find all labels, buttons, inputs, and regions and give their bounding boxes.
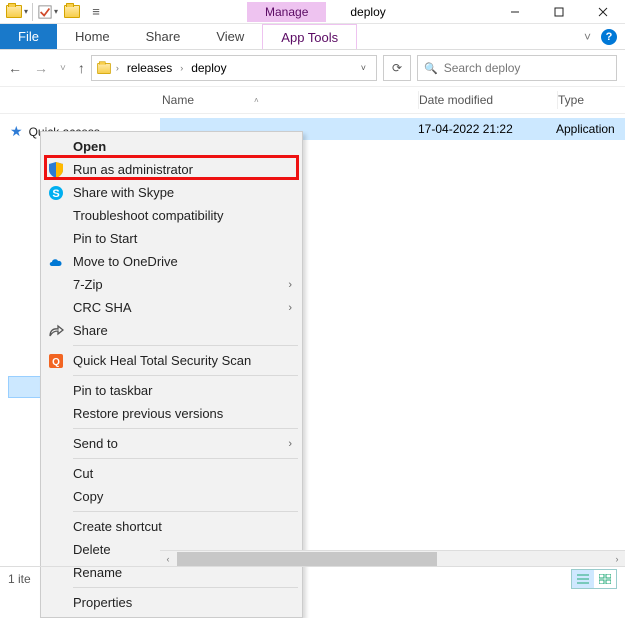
breadcrumb[interactable]: deploy xyxy=(187,59,230,77)
column-type[interactable]: Type xyxy=(558,93,625,107)
tab-app-tools[interactable]: App Tools xyxy=(262,24,357,49)
skype-icon: S xyxy=(47,184,65,202)
back-button[interactable]: ← xyxy=(8,60,22,76)
context-menu: Open Run as administrator S Share with S… xyxy=(40,131,303,618)
column-header: Name˄ Date modified Type xyxy=(0,86,625,114)
contextual-tab-header: Manage xyxy=(247,5,326,19)
qat-properties-button[interactable]: ▾ xyxy=(37,2,59,22)
folder-icon xyxy=(64,5,80,18)
chevron-right-icon: › xyxy=(288,279,292,291)
forward-button: → xyxy=(34,60,48,76)
horizontal-scrollbar[interactable]: ‹ › xyxy=(160,550,625,566)
ribbon-expand-button[interactable]: ˅ xyxy=(584,30,591,44)
ctx-skype[interactable]: S Share with Skype xyxy=(43,181,300,204)
ctx-7zip[interactable]: 7-Zip› xyxy=(43,273,300,296)
ribbon: File Home Share View App Tools ˅ ? xyxy=(0,24,625,50)
scroll-thumb[interactable] xyxy=(177,552,437,566)
refresh-button[interactable]: ⟳ xyxy=(383,55,411,81)
breadcrumb[interactable]: releases xyxy=(123,59,176,77)
ctx-sendto[interactable]: Send to› xyxy=(43,432,300,455)
ctx-onedrive[interactable]: Move to OneDrive xyxy=(43,250,300,273)
window-title: deploy xyxy=(350,5,385,19)
address-bar[interactable]: › releases › deploy ˅ xyxy=(91,55,377,81)
status-bar: 1 ite xyxy=(0,566,625,590)
tab-view[interactable]: View xyxy=(198,24,262,49)
ctx-copy[interactable]: Copy xyxy=(43,485,300,508)
shield-icon xyxy=(47,161,65,179)
chevron-right-icon: › xyxy=(288,302,292,314)
chevron-right-icon: › xyxy=(288,438,292,450)
column-name[interactable]: Name˄ xyxy=(160,93,418,107)
title-bar: ▾ ▾ ≡ Manage deploy xyxy=(0,0,625,24)
folder-icon xyxy=(97,62,111,73)
sort-indicator-icon: ˄ xyxy=(254,96,259,105)
navigation-bar: ← → ˅ ↑ › releases › deploy ˅ ⟳ 🔍 Search… xyxy=(0,50,625,86)
ctx-properties[interactable]: Properties xyxy=(43,591,300,614)
share-icon xyxy=(47,322,65,340)
qat-new-folder-button[interactable] xyxy=(61,2,83,22)
recent-locations-button[interactable]: ˅ xyxy=(60,63,66,74)
address-dropdown[interactable]: ˅ xyxy=(355,63,372,73)
close-button[interactable] xyxy=(581,0,625,24)
quickheal-icon: Q xyxy=(47,352,65,370)
file-tab[interactable]: File xyxy=(0,24,57,49)
cell-date: 17-04-2022 21:22 xyxy=(418,122,556,136)
minimize-button[interactable] xyxy=(493,0,537,24)
chevron-right-icon[interactable]: › xyxy=(180,63,183,73)
scroll-right-button[interactable]: › xyxy=(609,554,625,564)
ctx-cut[interactable]: Cut xyxy=(43,462,300,485)
details-view-button[interactable] xyxy=(572,570,594,588)
ctx-pin-taskbar[interactable]: Pin to taskbar xyxy=(43,379,300,402)
qat-customize-button[interactable]: ≡ xyxy=(85,2,107,22)
status-text: 1 ite xyxy=(8,572,31,586)
scroll-left-button[interactable]: ‹ xyxy=(160,554,176,564)
column-date[interactable]: Date modified xyxy=(419,93,557,107)
svg-text:S: S xyxy=(52,188,59,200)
ctx-share[interactable]: Share xyxy=(43,319,300,342)
cell-type: Application xyxy=(556,122,615,136)
ctx-pin-start[interactable]: Pin to Start xyxy=(43,227,300,250)
window-controls xyxy=(493,0,625,24)
chevron-right-icon[interactable]: › xyxy=(116,63,119,73)
app-icon[interactable]: ▾ xyxy=(6,2,28,22)
maximize-button[interactable] xyxy=(537,0,581,24)
tab-home[interactable]: Home xyxy=(57,24,128,49)
ctx-restore[interactable]: Restore previous versions xyxy=(43,402,300,425)
ctx-run-as-admin[interactable]: Run as administrator xyxy=(43,158,300,181)
folder-icon xyxy=(6,5,22,18)
ctx-quickheal[interactable]: Q Quick Heal Total Security Scan xyxy=(43,349,300,372)
ctx-open[interactable]: Open xyxy=(43,135,300,158)
cloud-icon xyxy=(47,253,65,271)
large-icons-view-button[interactable] xyxy=(594,570,616,588)
view-mode-switcher xyxy=(571,569,617,589)
quick-access-toolbar: ▾ ▾ ≡ xyxy=(0,2,107,22)
svg-text:Q: Q xyxy=(52,357,60,368)
tab-share[interactable]: Share xyxy=(128,24,199,49)
ctx-troubleshoot[interactable]: Troubleshoot compatibility xyxy=(43,204,300,227)
search-icon: 🔍 xyxy=(424,62,438,75)
up-button[interactable]: ↑ xyxy=(78,60,85,76)
search-placeholder: Search deploy xyxy=(444,61,521,75)
ctx-shortcut[interactable]: Create shortcut xyxy=(43,515,300,538)
ctx-crc[interactable]: CRC SHA› xyxy=(43,296,300,319)
star-icon: ★ xyxy=(10,123,23,140)
help-button[interactable]: ? xyxy=(601,29,617,45)
search-input[interactable]: 🔍 Search deploy xyxy=(417,55,617,81)
